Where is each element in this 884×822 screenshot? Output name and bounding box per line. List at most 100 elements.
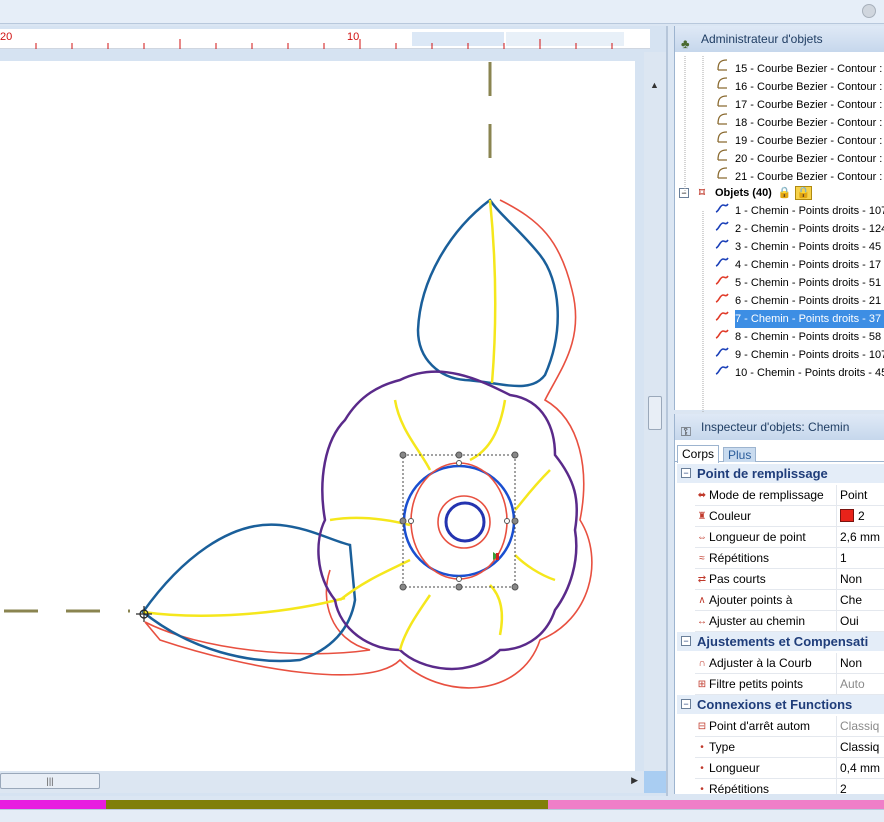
property-value[interactable]: Classiq — [840, 716, 884, 737]
tree-item-path[interactable]: 4 - Chemin - Points droits - 17 — [713, 256, 881, 274]
tree-item-path[interactable]: 2 - Chemin - Points droits - 124 — [713, 220, 884, 238]
property-value[interactable]: Auto — [840, 674, 884, 695]
add-points-icon: ∧ — [698, 595, 706, 606]
property-row[interactable]: ⊞ Filtre petits points Auto — [695, 674, 884, 695]
tree-item-path[interactable]: 1 - Chemin - Points droits - 107 — [713, 202, 884, 220]
inspector-title: Inspecteur d'objets: Chemin — [701, 420, 850, 434]
tree-connectors — [684, 56, 704, 412]
tree-item-path[interactable]: 3 - Chemin - Points droits - 45 — [713, 238, 881, 256]
tree-item-label: 7 - Chemin - Points droits - 37 — [735, 310, 884, 328]
scroll-up-icon[interactable]: ▲ — [650, 80, 659, 90]
property-name: Point d'arrêt autom — [709, 719, 811, 733]
property-row[interactable]: ⇔ Longueur de point 2,6 mm — [695, 527, 884, 548]
color-swatch[interactable] — [840, 509, 854, 522]
property-value-text: Non — [840, 572, 863, 586]
property-value-text: 1 — [840, 551, 847, 565]
property-value[interactable]: Classiq — [840, 737, 884, 758]
property-row[interactable]: • Type Classiq — [695, 737, 884, 758]
vertical-scrollbar[interactable]: ▲ ▼ — [644, 52, 666, 788]
vertical-scroll-thumb[interactable] — [648, 396, 662, 430]
tree-item-path[interactable]: 5 - Chemin - Points droits - 51 — [713, 274, 881, 292]
tree-item-path[interactable]: 8 - Chemin - Points droits - 58 — [713, 328, 881, 346]
section-header[interactable]: − Ajustements et Compensati — [677, 632, 884, 651]
property-row[interactable]: ⇄ Pas courts Non — [695, 569, 884, 590]
section-header[interactable]: − Point de remplissage — [677, 464, 884, 483]
scroll-right-icon[interactable]: ▶ — [631, 775, 638, 786]
tab-corps[interactable]: Corps — [677, 445, 720, 463]
lock-stitch-icon: ⊟ — [697, 721, 707, 732]
inspector-tabs: Corps Plus — [675, 442, 884, 463]
left-leaf-vein — [142, 596, 346, 617]
tree-group-label: Objets (40) — [715, 187, 772, 199]
window-close-icon[interactable] — [862, 4, 876, 18]
property-value[interactable]: 0,4 mm — [840, 758, 884, 779]
property-name: Répétitions — [709, 782, 770, 794]
property-name: Filtre petits points — [709, 677, 804, 691]
property-value[interactable]: 1 — [840, 548, 884, 569]
property-name-cell: ⊞ Filtre petits points — [695, 674, 837, 695]
property-name-cell: ⬌ Mode de remplissage — [695, 485, 837, 506]
object-admin-title: Administrateur d'objets — [701, 32, 823, 46]
collapse-icon[interactable]: − — [681, 636, 691, 646]
section-header[interactable]: − Connexions et Functions — [677, 695, 884, 714]
tree-item-path[interactable]: 7 - Chemin - Points droits - 37 — [713, 310, 884, 328]
lock-icon[interactable]: 🔒 — [778, 187, 792, 199]
property-row[interactable]: ≈ Répétitions 1 — [695, 548, 884, 569]
path-icon — [713, 292, 731, 310]
object-inspector-panel: ⚿ Inspecteur d'objets: Chemin Corps Plus… — [674, 414, 884, 794]
bezier-curve-icon — [713, 166, 731, 186]
move-cursor-icon — [136, 606, 152, 622]
flower-design[interactable] — [0, 61, 635, 786]
property-name: Pas courts — [709, 572, 766, 586]
tab-plus[interactable]: Plus — [723, 447, 757, 462]
property-value[interactable]: 2 — [840, 779, 884, 794]
tree-item-path[interactable]: 6 - Chemin - Points droits - 21 — [713, 292, 881, 310]
property-value-text: Che — [840, 593, 863, 607]
selection-handles — [399, 451, 519, 591]
thread-color-segment[interactable] — [106, 800, 548, 809]
property-row[interactable]: ♜ Couleur 2 — [695, 506, 884, 527]
collapse-icon[interactable]: − — [681, 468, 691, 478]
horizontal-scroll-thumb[interactable]: ||| — [0, 773, 100, 789]
property-row[interactable]: ↔ Ajuster au chemin Oui — [695, 611, 884, 632]
property-value[interactable]: Non — [840, 569, 884, 590]
object-tree[interactable]: 15 - Courbe Bezier - Contour : 16 - Courb… — [675, 56, 884, 412]
tree-item-bezier[interactable]: 20 - Courbe Bezier - Contour : — [713, 148, 882, 166]
property-value[interactable]: Non — [840, 653, 884, 674]
property-name: Couleur — [709, 509, 752, 523]
tree-item-path[interactable]: 9 - Chemin - Points droits - 107 — [713, 346, 884, 364]
horizontal-scrollbar[interactable]: ||| ▶ — [0, 771, 644, 793]
property-value-text: Point — [840, 488, 868, 502]
ruler-ticks — [35, 39, 613, 49]
property-value[interactable]: 2,6 mm — [840, 527, 884, 548]
tree-item-bezier[interactable]: 19 - Courbe Bezier - Contour : — [713, 130, 882, 148]
property-row[interactable]: • Répétitions 2 — [695, 779, 884, 794]
tree-item-path[interactable]: 10 - Chemin - Points droits - 45 — [713, 364, 884, 382]
tree-item-bezier[interactable]: 17 - Courbe Bezier - Contour : — [713, 94, 882, 112]
tree-item-bezier[interactable]: 21 - Courbe Bezier - Contour : — [713, 166, 882, 184]
bezier-curve-icon — [713, 148, 731, 168]
thread-color-segment[interactable] — [0, 800, 106, 809]
tree-icon: ♣ — [681, 36, 690, 51]
property-value[interactable]: Point — [840, 485, 884, 506]
tree-item-bezier[interactable]: 15 - Courbe Bezier - Contour : — [713, 58, 882, 76]
property-value[interactable]: Che — [840, 590, 884, 611]
property-row[interactable]: ∩ Adjuster à la Courb Non — [695, 653, 884, 674]
property-value[interactable]: Oui — [840, 611, 884, 632]
thread-color-segment[interactable] — [548, 800, 884, 809]
lock-active-icon[interactable]: 🔒 — [794, 186, 813, 200]
tree-item-label: 6 - Chemin - Points droits - 21 — [735, 295, 882, 307]
tree-item-bezier[interactable]: 16 - Courbe Bezier - Contour : — [713, 76, 882, 94]
path-icon — [713, 256, 731, 274]
property-row[interactable]: ⬌ Mode de remplissage Point — [695, 485, 884, 506]
tree-item-bezier[interactable]: 18 - Courbe Bezier - Contour : — [713, 112, 882, 130]
collapse-icon[interactable]: − — [681, 699, 691, 709]
embroidery-drawing[interactable] — [0, 61, 635, 786]
property-row[interactable]: ∧ Ajouter points à Che — [695, 590, 884, 611]
property-row[interactable]: ⊟ Point d'arrêt autom Classiq — [695, 716, 884, 737]
property-value[interactable]: 2 — [840, 506, 884, 527]
selection-box — [402, 454, 516, 588]
fit-path-icon: ↔ — [697, 616, 707, 627]
property-row[interactable]: • Longueur 0,4 mm — [695, 758, 884, 779]
bezier-curve-icon — [713, 112, 731, 132]
